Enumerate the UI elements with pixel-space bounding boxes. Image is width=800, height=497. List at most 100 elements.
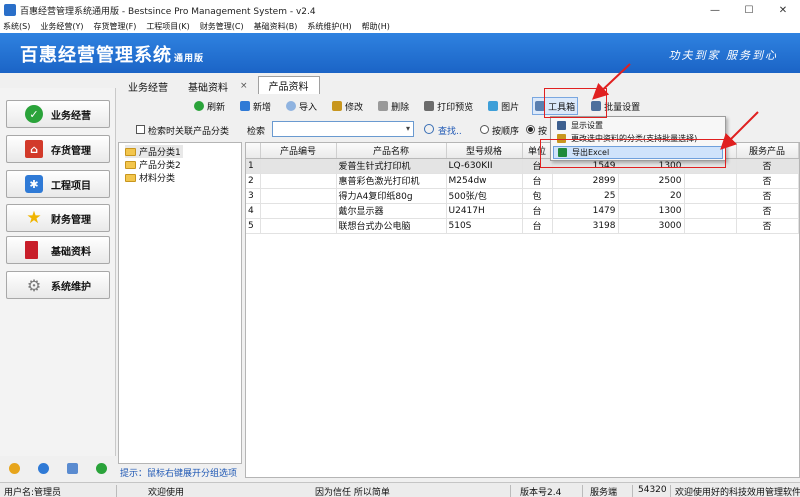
column-header[interactable]: 单位 [522,143,553,159]
tab-basic-data[interactable]: 基础资料 × [178,78,258,94]
nav-maintenance-button[interactable]: ⚙ 系统维护 [6,271,110,299]
menu-item-change-category[interactable]: 更改选中资料的分类(支持批量选择) [553,132,723,145]
nav-finance-button[interactable]: ★ 财务管理 [6,204,110,232]
tab-close-icon[interactable]: × [240,81,248,91]
edit-button[interactable]: 修改 [330,97,365,115]
tree-item[interactable]: 产品分类2 [125,158,181,171]
nav-maintenance-label: 系统维护 [51,281,91,293]
column-header[interactable]: 产品名称 [336,143,447,159]
menu-basic-data[interactable]: 基础资料(B) [254,21,298,32]
nav-inventory-button[interactable]: ⌂ 存货管理 [6,135,110,163]
search-input[interactable]: ▾ [272,121,414,137]
nav-inventory-label: 存货管理 [51,145,91,157]
tab-basic-data-label: 基础资料 [188,82,228,94]
cell-code [260,203,337,219]
menu-inventory[interactable]: 存货管理(F) [93,21,136,32]
minimize-button[interactable]: — [698,0,732,20]
app-title-text: 百惠经营管理系统 [20,45,172,66]
app-edition: 通用版 [174,54,205,64]
tree-item[interactable]: 产品分类1 [125,145,183,158]
status-user: 用户名:管理员 [4,488,62,497]
tab-product-data-label: 产品资料 [268,82,309,93]
cell-value: 3000 [618,218,685,234]
menu-business[interactable]: 业务经营(Y) [40,21,83,32]
order-seq-radio[interactable] [480,125,489,134]
maximize-button[interactable]: ☐ [732,0,766,20]
menu-item-export-excel[interactable]: 导出Excel [553,146,723,159]
trash-icon [378,101,389,111]
tree-item[interactable]: 材料分类 [125,171,175,184]
toolbox-button[interactable]: 工具箱 [532,97,579,115]
refresh-button[interactable]: 刷新 [192,97,227,115]
menu-finance[interactable]: 财务管理(C) [200,21,244,32]
row-number: 1 [246,158,261,174]
plus-icon [240,101,251,111]
menu-project[interactable]: 工程项目(K) [146,21,190,32]
table-row[interactable]: 4 戴尔显示器 U2417H 台 1479 1300 否 [246,203,799,219]
column-header[interactable]: 产品编号 [260,143,337,159]
toolbox-dropdown: 显示设置 更改选中资料的分类(支持批量选择) 导出Excel [550,116,726,161]
row-number: 4 [246,203,261,219]
main-tabs: 业务经营 基础资料 × 产品资料 [118,76,320,94]
find-link[interactable]: 查找.. [438,124,462,137]
category-tree: 产品分类1 产品分类2 材料分类 [118,142,242,464]
column-header[interactable]: 服务产品 [736,143,799,159]
table-row[interactable]: 3 得力A4复印纸80g 500张/包 包 25 20 否 [246,188,799,204]
order-other-radio[interactable] [526,125,535,134]
menu-maintenance[interactable]: 系统维护(H) [307,21,351,32]
printer-icon [424,101,435,111]
print-preview-button[interactable]: 打印预览 [422,97,475,115]
cell-value [684,188,737,204]
menu-system[interactable]: 系统(S) [3,21,30,32]
menu-item-display-settings[interactable]: 显示设置 [553,119,723,132]
import-button[interactable]: 导入 [284,97,319,115]
app-title: 百惠经营管理系统 通用版 [20,41,204,67]
tab-business-label: 业务经营 [128,82,168,94]
cell-value: 2899 [552,173,619,189]
slogan: 功夫到家 服务到心 [668,49,778,62]
batch-settings-button[interactable]: 批量设置 [589,97,642,115]
tab-business[interactable]: 业务经营 [118,78,178,94]
cell-model: M254dw [446,173,523,189]
cell-code [260,158,337,174]
add-button[interactable]: 新增 [238,97,273,115]
status-separator [582,485,583,497]
order-other-label: 按 [538,127,548,137]
cell-value [684,218,737,234]
search-related-checkbox[interactable] [136,125,145,134]
info-icon[interactable] [38,462,49,474]
status-separator [510,485,511,497]
tree-item-label: 材料分类 [139,174,176,184]
chevron-down-icon[interactable]: ▾ [406,124,410,133]
table-row[interactable]: 5 联想台式办公电脑 510S 台 3198 3000 否 [246,218,799,234]
nav-project-button[interactable]: ✱ 工程项目 [6,170,110,198]
cell-model: 510S [446,218,523,234]
nav-basic-data-button[interactable]: 基础资料 [6,236,110,264]
picture-button[interactable]: 图片 [486,97,521,115]
cell-code [260,173,337,189]
category-icon [557,134,566,143]
menu-help[interactable]: 帮助(H) [362,21,390,32]
hint-text: 提示：鼠标右键展开分组选项 [120,469,238,479]
table-row[interactable]: 2 惠普彩色激光打印机 M254dw 台 2899 2500 否 [246,173,799,189]
cell-code [260,188,337,204]
tab-product-data[interactable]: 产品资料 [257,76,320,94]
picture-icon [488,101,499,111]
tree-item-label: 产品分类1 [139,148,181,158]
cell-value: 1479 [552,203,619,219]
search-icon[interactable] [67,462,78,474]
close-button[interactable]: ✕ [766,0,800,20]
nav-business-button[interactable]: ✓ 业务经营 [6,100,110,128]
cell-value: 20 [618,188,685,204]
cell-unit: 台 [522,203,553,219]
cell-value: 3198 [552,218,619,234]
status-thanks: 欢迎使用好的科技效用管理软件 [675,488,800,497]
warning-icon[interactable] [9,462,20,474]
refresh-label: 刷新 [207,102,226,113]
delete-button[interactable]: 删除 [376,97,411,115]
column-header[interactable]: 型号规格 [446,143,523,159]
row-number: 5 [246,218,261,234]
cell-name: 惠普彩色激光打印机 [336,173,447,189]
menu-item-label: 导出Excel [572,148,610,157]
refresh-icon[interactable] [96,462,107,474]
